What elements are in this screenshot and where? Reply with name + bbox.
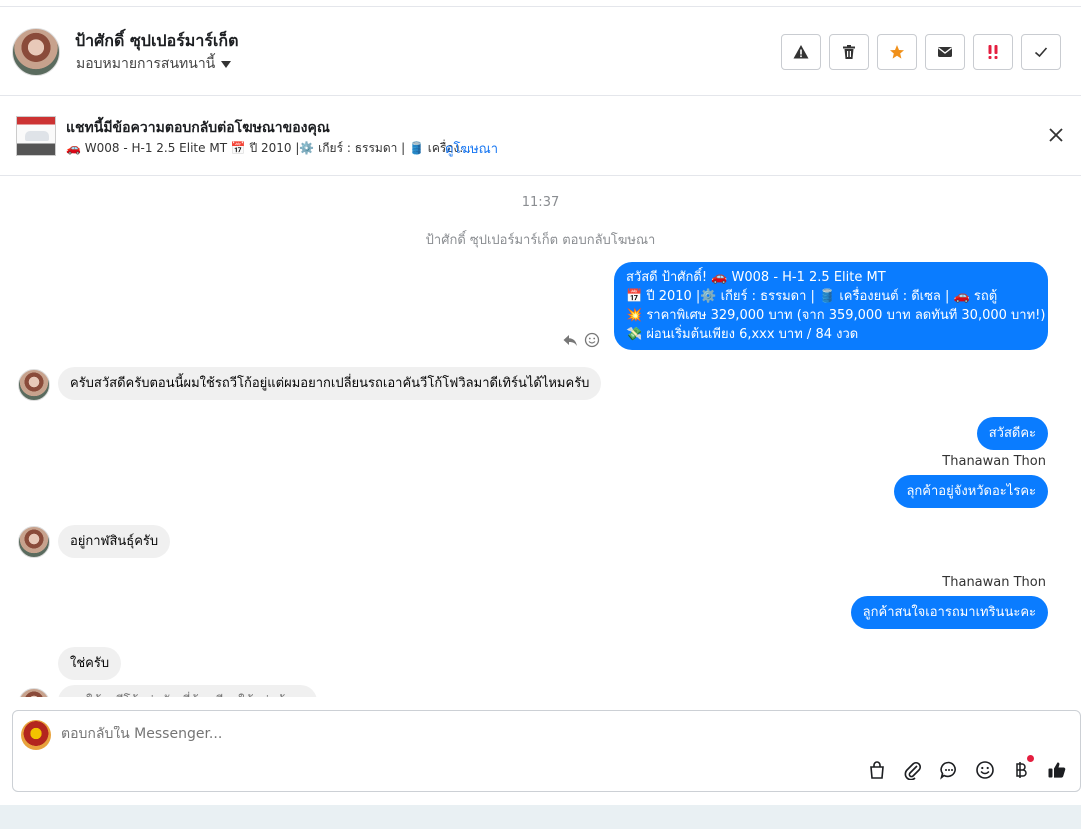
page-avatar (21, 720, 51, 750)
incoming-message[interactable]: ใช่ครับ (58, 647, 122, 680)
incoming-message-partial[interactable]: ผมใช้รถวีโก้อยู่ครับ ที่บ้านมีรถใช้อยู่แ… (58, 685, 317, 697)
system-message: ป้าศักดิ์ ซุปเปอร์มาร์เก็ต ตอบกลับโฆษณา (425, 233, 656, 248)
done-button[interactable] (1021, 34, 1061, 70)
incoming-message[interactable]: อยู่กาฬสินธุ์ครับ (58, 525, 171, 558)
composer-toolbar (866, 755, 1068, 781)
saved-replies-button[interactable] (938, 759, 960, 781)
attach-button[interactable] (902, 759, 924, 781)
ad-message-line: 💸 ผ่อนเริ่มต้นเพียง 6,xxx บาท / 84 งวด (626, 327, 859, 342)
banner-subtitle: 🚗 W008 - H-1 2.5 Elite MT 📅 ปี 2010 |⚙️ … (66, 141, 471, 155)
sender-name: Thanawan Thon (942, 454, 1046, 469)
view-ad-link[interactable]: ดูโฆษณา (445, 138, 498, 159)
outgoing-message[interactable]: สวัสดีคะ (976, 417, 1048, 450)
trash-icon (843, 45, 855, 59)
paperclip-icon (904, 761, 922, 780)
delete-button[interactable] (829, 34, 869, 70)
ad-message-line: 📅 ปี 2010 |⚙️ เกียร์ : ธรรมดา | 🛢️ เครื่… (626, 289, 998, 304)
chat-bubble-icon (940, 761, 956, 780)
outgoing-message[interactable]: ลุกค้าอยู่จังหวัดอะไรคะ (894, 475, 1048, 508)
shopping-bag-button[interactable] (866, 759, 888, 781)
assign-label: มอบหมายการสนทนานี้ (76, 56, 216, 72)
mark-unread-button[interactable] (925, 34, 965, 70)
warning-icon (793, 45, 809, 59)
important-button[interactable] (973, 34, 1013, 70)
contact-message-avatar[interactable] (18, 369, 50, 401)
check-icon (1034, 47, 1048, 58)
warning-button[interactable] (781, 34, 821, 70)
sender-name: Thanawan Thon (942, 575, 1046, 590)
outgoing-ad-message[interactable]: สวัสดี ป้าศักดิ์! 🚗 W008 - H-1 2.5 Elite… (614, 262, 1048, 350)
notification-dot (1027, 755, 1034, 762)
baht-icon (1016, 762, 1027, 778)
contact-message-avatar[interactable] (18, 526, 50, 558)
caret-down-icon (221, 60, 232, 68)
thumbs-up-icon (1048, 762, 1066, 778)
banner-title: แชทนี้มีข้อความตอบกลับต่อโฆษณาของคุณ (66, 120, 330, 136)
double-exclamation-icon (988, 45, 998, 59)
contact-avatar[interactable] (12, 28, 60, 76)
close-icon[interactable] (1047, 126, 1065, 144)
star-button[interactable] (877, 34, 917, 70)
ad-message-line: สวัสดี ป้าศักดิ์! 🚗 W008 - H-1 2.5 Elite… (626, 270, 886, 285)
assign-conversation-dropdown[interactable]: มอบหมายการสนทนานี้ (76, 53, 232, 75)
conversation-header: ป้าศักดิ์ ซุปเปอร์มาร์เก็ต มอบหมายการสนท… (0, 6, 1081, 96)
reply-composer (12, 710, 1081, 792)
emoji-button[interactable] (974, 759, 996, 781)
ad-reply-banner: แชทนี้มีข้อความตอบกลับต่อโฆษณาของคุณ 🚗 W… (0, 96, 1081, 176)
messenger-conversation-panel: ป้าศักดิ์ ซุปเปอร์มาร์เก็ต มอบหมายการสนท… (0, 0, 1081, 829)
outgoing-message[interactable]: ลูกค้าสนใจเอารถมาเทรินนะคะ (850, 596, 1048, 629)
shopping-bag-icon (870, 761, 884, 779)
star-icon (890, 45, 904, 59)
incoming-message[interactable]: ครับสวัสดีครับตอนนี้ผมใช้รถวีโก้อยู่แต่ผ… (58, 367, 602, 400)
page-footer-strip (0, 805, 1081, 829)
ad-thumbnail[interactable] (16, 116, 56, 156)
ad-message-line: 💥 ราคาพิเศษ 329,000 บาท (จาก 359,000 บาท… (626, 308, 1046, 323)
message-actions (562, 332, 600, 348)
reply-input[interactable] (61, 726, 761, 742)
reply-icon[interactable] (562, 332, 578, 348)
contact-name[interactable]: ป้าศักดิ์ ซุปเปอร์มาร์เก็ต (75, 29, 238, 54)
emoji-react-icon[interactable] (584, 332, 600, 348)
envelope-icon (938, 47, 952, 57)
payment-button[interactable] (1010, 755, 1034, 781)
message-timestamp: 11:37 (521, 195, 560, 210)
contact-message-avatar[interactable] (18, 688, 50, 697)
emoji-icon (976, 761, 994, 779)
like-button[interactable] (1046, 759, 1068, 781)
header-actions (781, 34, 1061, 70)
message-thread[interactable]: 11:37 ป้าศักดิ์ ซุปเปอร์มาร์เก็ต ตอบกลับ… (0, 177, 1081, 697)
